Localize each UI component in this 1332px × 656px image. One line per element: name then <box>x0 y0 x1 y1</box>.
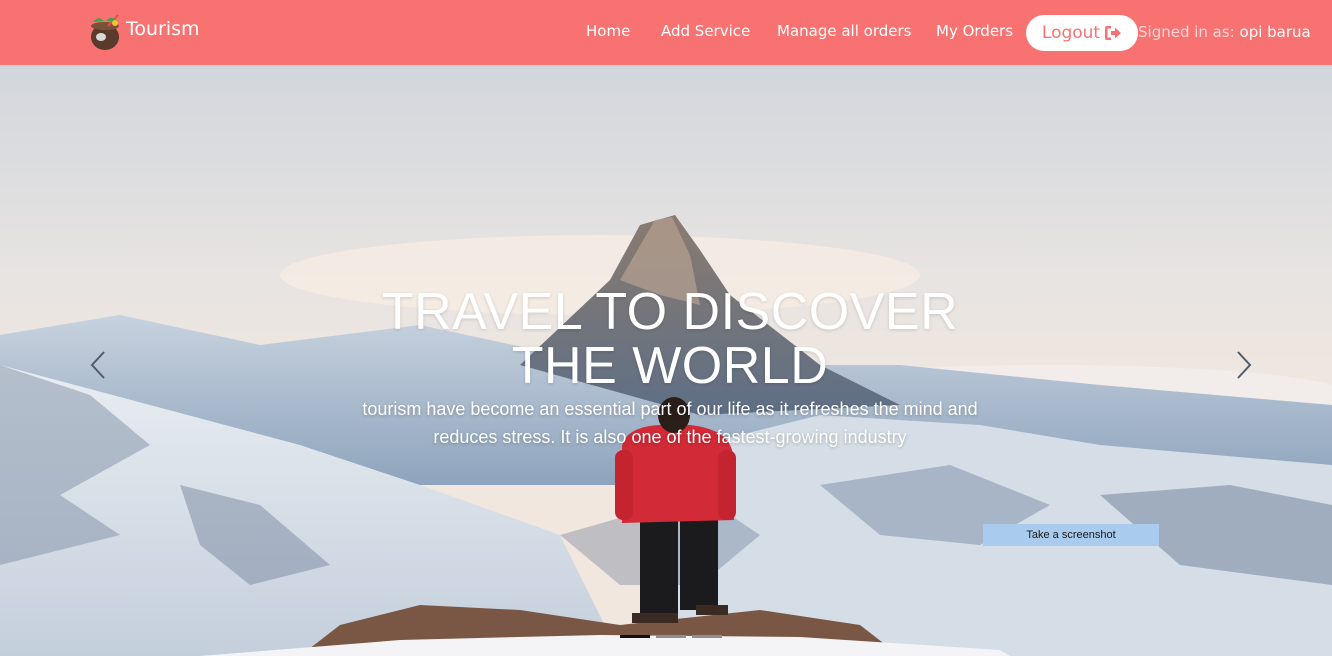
signed-in-user[interactable]: opi barua <box>1240 23 1311 41</box>
carousel-indicator-1[interactable] <box>620 635 650 638</box>
brand[interactable]: Tourism <box>88 13 200 51</box>
take-screenshot-button[interactable]: Take a screenshot <box>983 524 1159 546</box>
signed-in-label: Signed in as: <box>1138 23 1235 41</box>
carousel-indicator-2[interactable] <box>656 635 686 638</box>
nav-link-home[interactable]: Home <box>586 22 630 40</box>
carousel-indicator-3[interactable] <box>692 635 722 638</box>
hero-title: TRAVEL TO DISCOVER THE WORLD <box>381 283 959 395</box>
sign-out-icon <box>1105 26 1122 40</box>
hero-carousel: TRAVEL TO DISCOVER THE WORLD tourism hav… <box>0 65 1332 656</box>
logout-label: Logout <box>1041 23 1101 43</box>
chevron-right-icon <box>1237 351 1252 379</box>
nav-link-my-orders[interactable]: My Orders <box>936 22 1013 40</box>
carousel-indicators <box>620 635 722 639</box>
chevron-left-icon <box>90 351 105 379</box>
nav-link-add-service[interactable]: Add Service <box>661 22 750 40</box>
signed-in-status: Signed in as: opi barua <box>1138 23 1311 41</box>
hero-subtitle: tourism have become an essential part of… <box>362 399 978 447</box>
navbar: Tourism Home Add Service Manage all orde… <box>0 0 1332 65</box>
brand-title: Tourism <box>126 18 200 40</box>
logout-button[interactable]: Logout <box>1026 15 1138 51</box>
coconut-drink-icon <box>91 14 119 50</box>
nav-link-manage-all-orders[interactable]: Manage all orders <box>777 22 911 40</box>
carousel-prev-button[interactable] <box>88 350 108 380</box>
carousel-next-button[interactable] <box>1234 350 1254 380</box>
